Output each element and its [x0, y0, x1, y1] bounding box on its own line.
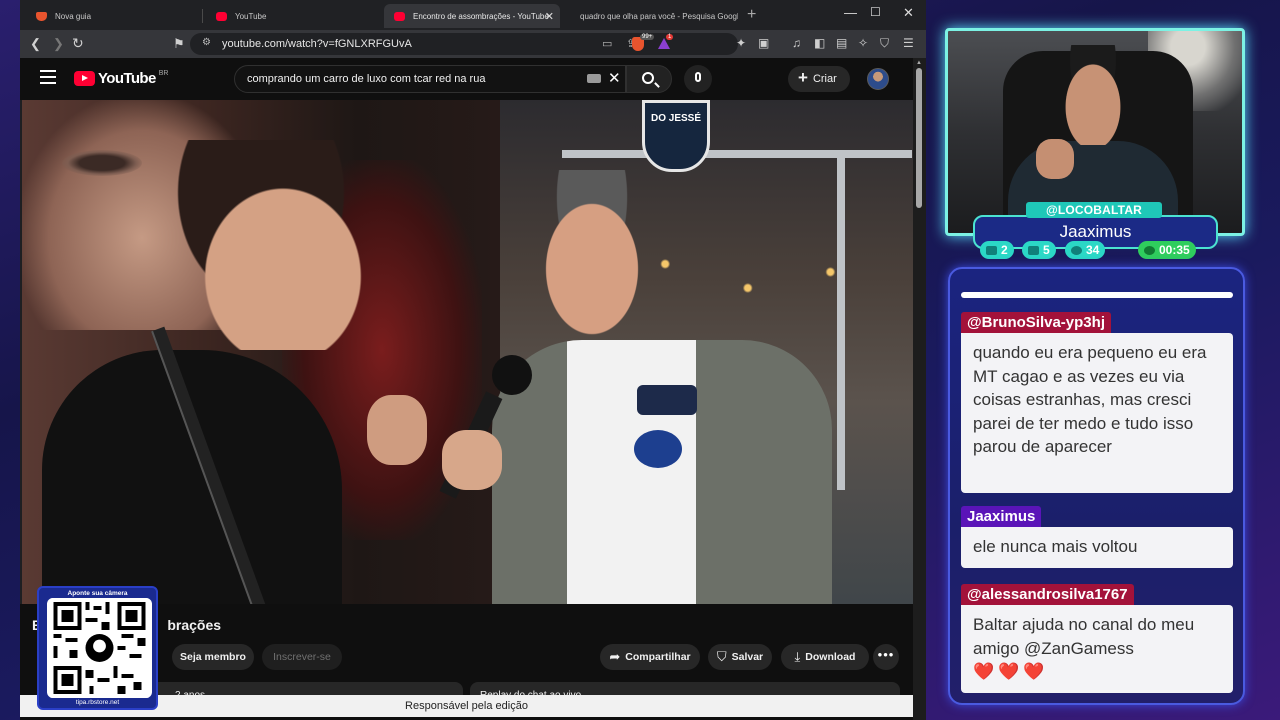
- tab-google[interactable]: quadro que olha para você - Pesquisa Goo…: [562, 4, 738, 28]
- tab-bar: Nova guia YouTube Encontro de assombraçõ…: [20, 0, 926, 30]
- vpn-icon[interactable]: ⛉: [880, 36, 889, 51]
- hearts-emoji: ❤️❤️❤️: [973, 662, 1049, 681]
- search-input[interactable]: comprando um carro de luxo com tcar red …: [234, 65, 626, 93]
- stat-chat: 2: [980, 241, 1014, 259]
- site-settings-icon[interactable]: ⚙: [202, 37, 211, 48]
- close-window-icon[interactable]: ✕: [903, 5, 914, 21]
- scrollbar[interactable]: ▲: [913, 58, 926, 720]
- download-button[interactable]: ⤓ Download: [781, 644, 869, 670]
- chat-username: Jaaximus: [961, 506, 1042, 528]
- subscribe-button[interactable]: Inscrever-se: [262, 644, 342, 670]
- download-icon: ⤓: [794, 649, 801, 664]
- qr-caption-bottom: tipa.rbstore.net: [75, 699, 120, 706]
- chat-username: @BrunoSilva-yp3hj: [961, 312, 1111, 334]
- bookmark-icon: ⛉: [716, 649, 727, 664]
- youtube-icon: [216, 11, 227, 21]
- media-icon[interactable]: ♫: [792, 36, 801, 50]
- new-tab-icon[interactable]: +: [747, 6, 756, 24]
- youtube-header: YouTube BR comprando um carro de luxo co…: [20, 58, 913, 100]
- search-button[interactable]: [626, 65, 672, 93]
- reload-icon[interactable]: ↻: [72, 35, 84, 52]
- tab-youtube[interactable]: YouTube: [206, 4, 382, 28]
- leo-icon[interactable]: ✧: [858, 36, 868, 50]
- sidebar-icon[interactable]: ◧: [814, 36, 825, 50]
- plus-icon: +: [798, 68, 808, 87]
- guide-menu-icon[interactable]: [40, 70, 56, 84]
- extensions-icon[interactable]: ✦: [736, 36, 746, 50]
- chat-message: Baltar ajuda no canal do meu amigo @ZanG…: [961, 605, 1233, 693]
- chat-message: quando eu era pequeno eu era MT cagao e …: [961, 333, 1233, 493]
- tab-label: quadro que olha para você - Pesquisa Goo…: [580, 11, 738, 21]
- loop-icon: [1071, 245, 1082, 255]
- youtube-play-icon: [74, 71, 95, 86]
- stat-loop: 34: [1065, 241, 1106, 259]
- share-icon: ➦: [609, 649, 621, 664]
- clear-search-icon[interactable]: ✕: [608, 69, 621, 87]
- tab-label: YouTube: [235, 11, 267, 21]
- screenshot-icon[interactable]: ▣: [758, 36, 769, 50]
- menu-icon[interactable]: ☰: [903, 36, 914, 50]
- tab-label: Encontro de assombrações - YouTube: [413, 11, 549, 21]
- youtube-icon: [1028, 245, 1039, 255]
- chat-message: ele nunca mais voltou: [961, 527, 1233, 568]
- search-query: comprando um carro de luxo com tcar red …: [247, 73, 486, 85]
- join-button[interactable]: Seja membro: [172, 644, 254, 670]
- tab-nova-guia[interactable]: Nova guia: [26, 4, 196, 28]
- stat-time: 00:35: [1138, 241, 1196, 259]
- bookmark-icon[interactable]: ⚑: [173, 36, 185, 52]
- shield-count-badge: 99+: [640, 34, 655, 40]
- chat-username: @alessandrosilva1767: [961, 584, 1134, 606]
- avatar[interactable]: [867, 68, 889, 90]
- maximize-icon[interactable]: ☐: [870, 5, 881, 19]
- clock-icon: [1144, 245, 1155, 255]
- tab-label: Nova guia: [55, 11, 92, 21]
- chat-divider: [961, 292, 1233, 298]
- tab-encontro[interactable]: Encontro de assombrações - YouTube ✕: [384, 4, 560, 28]
- more-actions-icon[interactable]: •••: [873, 644, 899, 670]
- video-player[interactable]: DO JESSÉ: [22, 100, 913, 604]
- brave-icon: [36, 11, 47, 21]
- minimize-icon[interactable]: —: [844, 5, 857, 20]
- qr-code-panel: Aponte sua câmera tipa.rbstore.net: [37, 586, 158, 710]
- voice-search-button[interactable]: [684, 65, 712, 93]
- create-button[interactable]: + Criar: [788, 66, 850, 92]
- stat-youtube: 5: [1022, 241, 1056, 259]
- video-sign: DO JESSÉ: [642, 100, 710, 172]
- forward-icon[interactable]: ❯: [53, 36, 64, 52]
- close-tab-icon[interactable]: ✕: [545, 10, 554, 23]
- cast-icon[interactable]: ▭: [602, 37, 612, 50]
- save-button[interactable]: ⛉ Salvar: [708, 644, 772, 670]
- url-text: youtube.com/watch?v=fGNLXRFGUvA: [222, 38, 412, 50]
- scrollbar-thumb[interactable]: [916, 68, 922, 208]
- url-field[interactable]: ⚙ youtube.com/watch?v=fGNLXRFGUvA ▭ ⇪: [190, 33, 738, 55]
- share-button[interactable]: ➦ Compartilhar: [600, 644, 700, 670]
- chat-icon: [986, 245, 997, 255]
- youtube-icon: [394, 11, 405, 21]
- microphone-icon: [695, 72, 701, 82]
- qr-caption-top: Aponte sua câmera: [67, 590, 128, 597]
- streamer-handle: @LOCOBALTAR: [1026, 202, 1162, 218]
- address-bar: ❮ ❯ ↻ ⚑ ⚙ youtube.com/watch?v=fGNLXRFGUv…: [20, 30, 926, 58]
- keyboard-icon[interactable]: [587, 74, 601, 83]
- back-icon[interactable]: ❮: [30, 36, 41, 52]
- wallet-icon[interactable]: ▤: [836, 36, 847, 50]
- qr-code-image: [47, 598, 152, 698]
- youtube-logo[interactable]: YouTube BR: [74, 70, 168, 87]
- search-icon: [642, 72, 654, 84]
